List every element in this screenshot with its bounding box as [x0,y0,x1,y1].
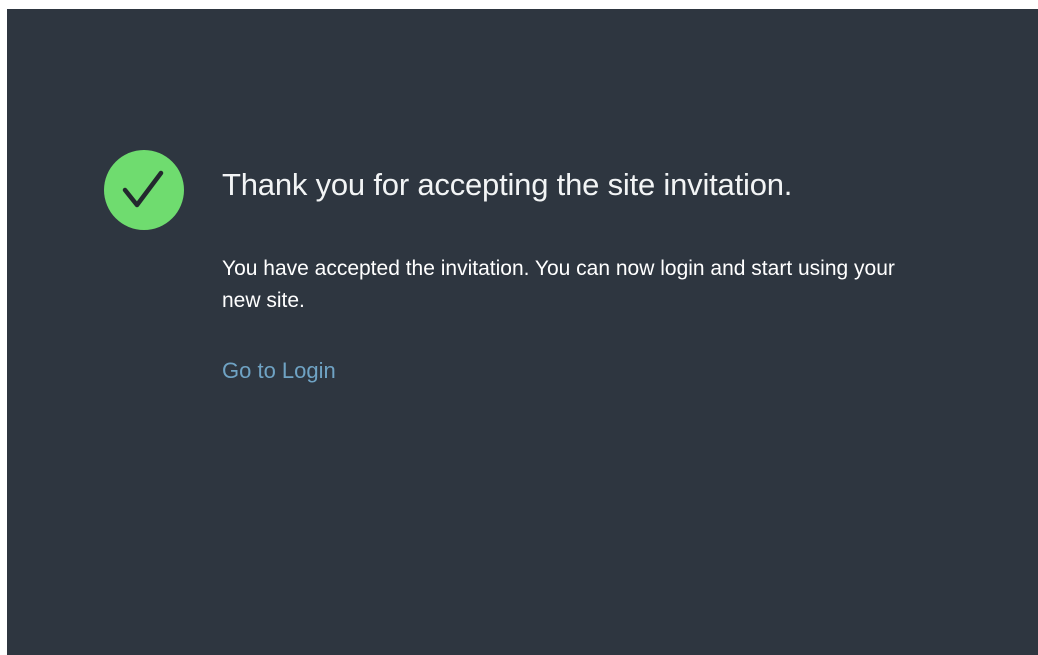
confirmation-title: Thank you for accepting the site invitat… [222,167,793,202]
check-icon [122,170,164,208]
invitation-panel: Thank you for accepting the site invitat… [7,9,1038,655]
confirmation-message: You have accepted the invitation. You ca… [222,257,895,312]
success-check-icon [104,150,184,230]
go-to-login-link[interactable]: Go to Login [222,358,336,384]
